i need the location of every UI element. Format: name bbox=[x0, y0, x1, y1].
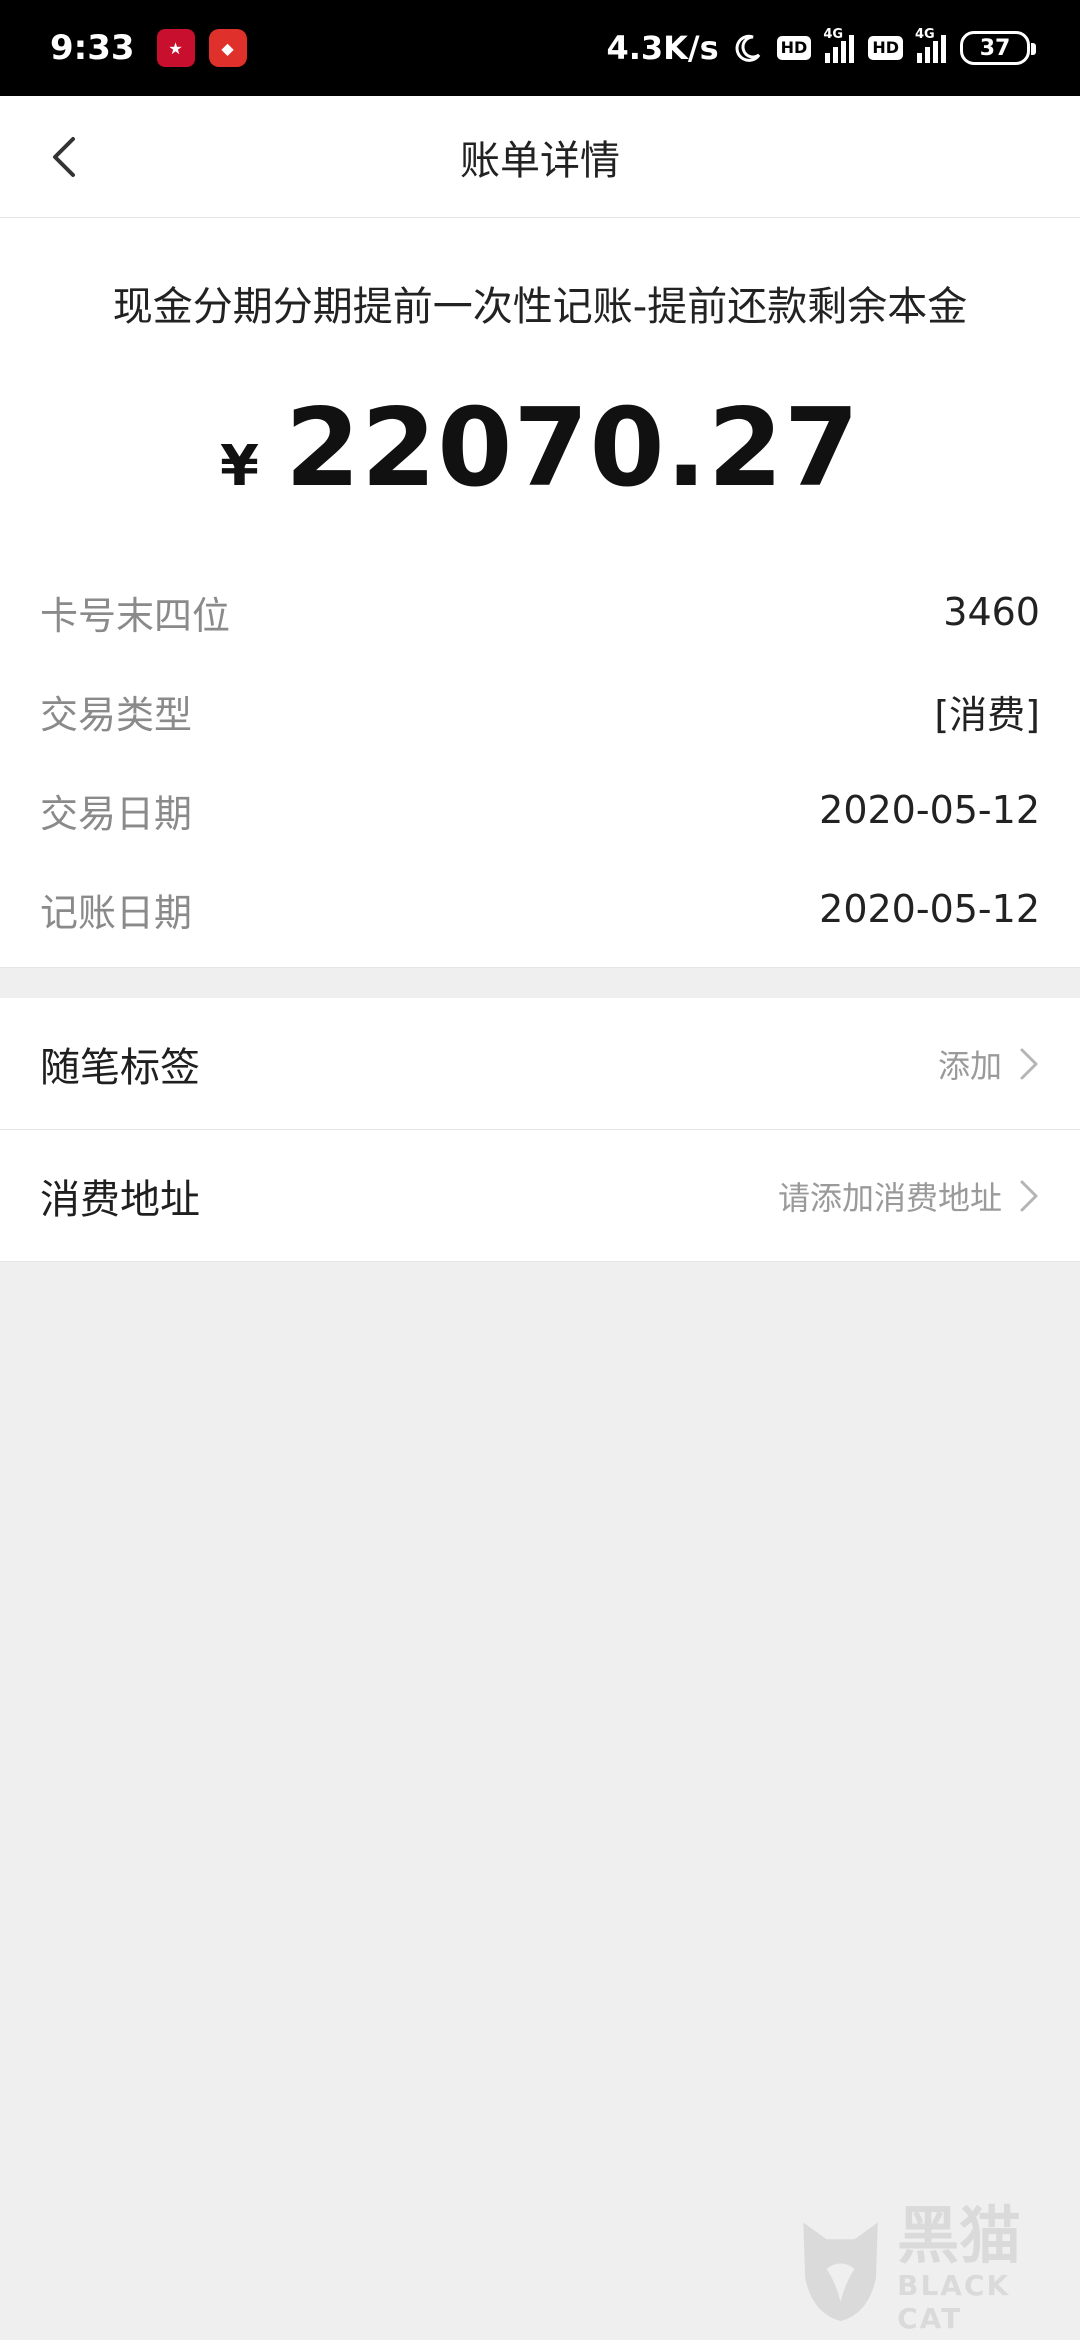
watermark: 黑猫 BLACK CAT bbox=[794, 2199, 1074, 2335]
chevron-right-icon bbox=[1020, 1180, 1038, 1211]
shopping-app-icon: ◆ bbox=[208, 29, 247, 67]
network-type-1: 4G bbox=[823, 27, 844, 42]
back-button[interactable] bbox=[30, 122, 100, 192]
moon-icon bbox=[735, 34, 760, 62]
consumption-address-row[interactable]: 消费地址 请添加消费地址 bbox=[0, 1130, 1080, 1262]
news-app-icon: ★ bbox=[156, 29, 195, 67]
watermark-cn: 黑猫 bbox=[897, 2199, 1022, 2272]
option-label: 消费地址 bbox=[40, 1176, 200, 1223]
chevron-right-icon bbox=[1020, 1048, 1038, 1079]
info-label: 记账日期 bbox=[40, 890, 193, 935]
amount-value: 22070.27 bbox=[284, 386, 861, 511]
info-value: 3460 bbox=[943, 590, 1040, 634]
hd-badge-2: HD bbox=[868, 36, 903, 60]
info-row-card-number: 卡号末四位 3460 bbox=[40, 582, 1040, 642]
nav-bar: 账单详情 bbox=[0, 96, 1080, 218]
bill-detail-card: 现金分期分期提前一次性记账-提前还款剩余本金 ¥ 22070.27 卡号末四位 … bbox=[0, 218, 1080, 968]
info-row-posting-date: 记账日期 2020-05-12 bbox=[40, 879, 1040, 939]
chevron-left-icon bbox=[53, 137, 75, 177]
transaction-description: 现金分期分期提前一次性记账-提前还款剩余本金 bbox=[112, 284, 968, 330]
battery-icon: 37 bbox=[960, 31, 1036, 65]
amount-display: ¥ 22070.27 bbox=[0, 386, 1080, 511]
currency-symbol: ¥ bbox=[219, 434, 259, 499]
info-label: 交易日期 bbox=[40, 791, 193, 836]
status-bar: 9:33 ★ ◆ 4.3K/s HD 4G HD 4G 37 bbox=[0, 0, 1080, 96]
info-row-transaction-date: 交易日期 2020-05-12 bbox=[40, 780, 1040, 840]
info-label: 卡号末四位 bbox=[40, 593, 231, 638]
network-speed: 4.3K/s bbox=[606, 29, 719, 67]
info-value: 2020-05-12 bbox=[819, 788, 1040, 832]
status-indicators: 4.3K/s HD 4G HD 4G 37 bbox=[606, 27, 1036, 67]
info-value: [消费] bbox=[934, 692, 1040, 737]
info-label: 交易类型 bbox=[40, 692, 193, 737]
note-tag-row[interactable]: 随笔标签 添加 bbox=[0, 998, 1080, 1130]
option-label: 随笔标签 bbox=[40, 1044, 200, 1091]
black-cat-logo-icon bbox=[803, 2222, 878, 2322]
signal-icon-1: 4G bbox=[823, 27, 855, 63]
watermark-en: BLACK CAT bbox=[897, 2269, 1011, 2335]
add-tag-hint: 添加 bbox=[937, 1046, 1002, 1085]
network-type-2: 4G bbox=[915, 27, 935, 42]
add-address-hint: 请添加消费地址 bbox=[777, 1178, 1002, 1217]
page-title: 账单详情 bbox=[460, 137, 620, 184]
info-row-transaction-type: 交易类型 [消费] bbox=[40, 681, 1040, 741]
status-time: 9:33 bbox=[50, 28, 135, 68]
signal-icon-2: 4G bbox=[915, 27, 946, 63]
info-value: 2020-05-12 bbox=[819, 887, 1040, 931]
hd-badge-1: HD bbox=[776, 36, 812, 60]
